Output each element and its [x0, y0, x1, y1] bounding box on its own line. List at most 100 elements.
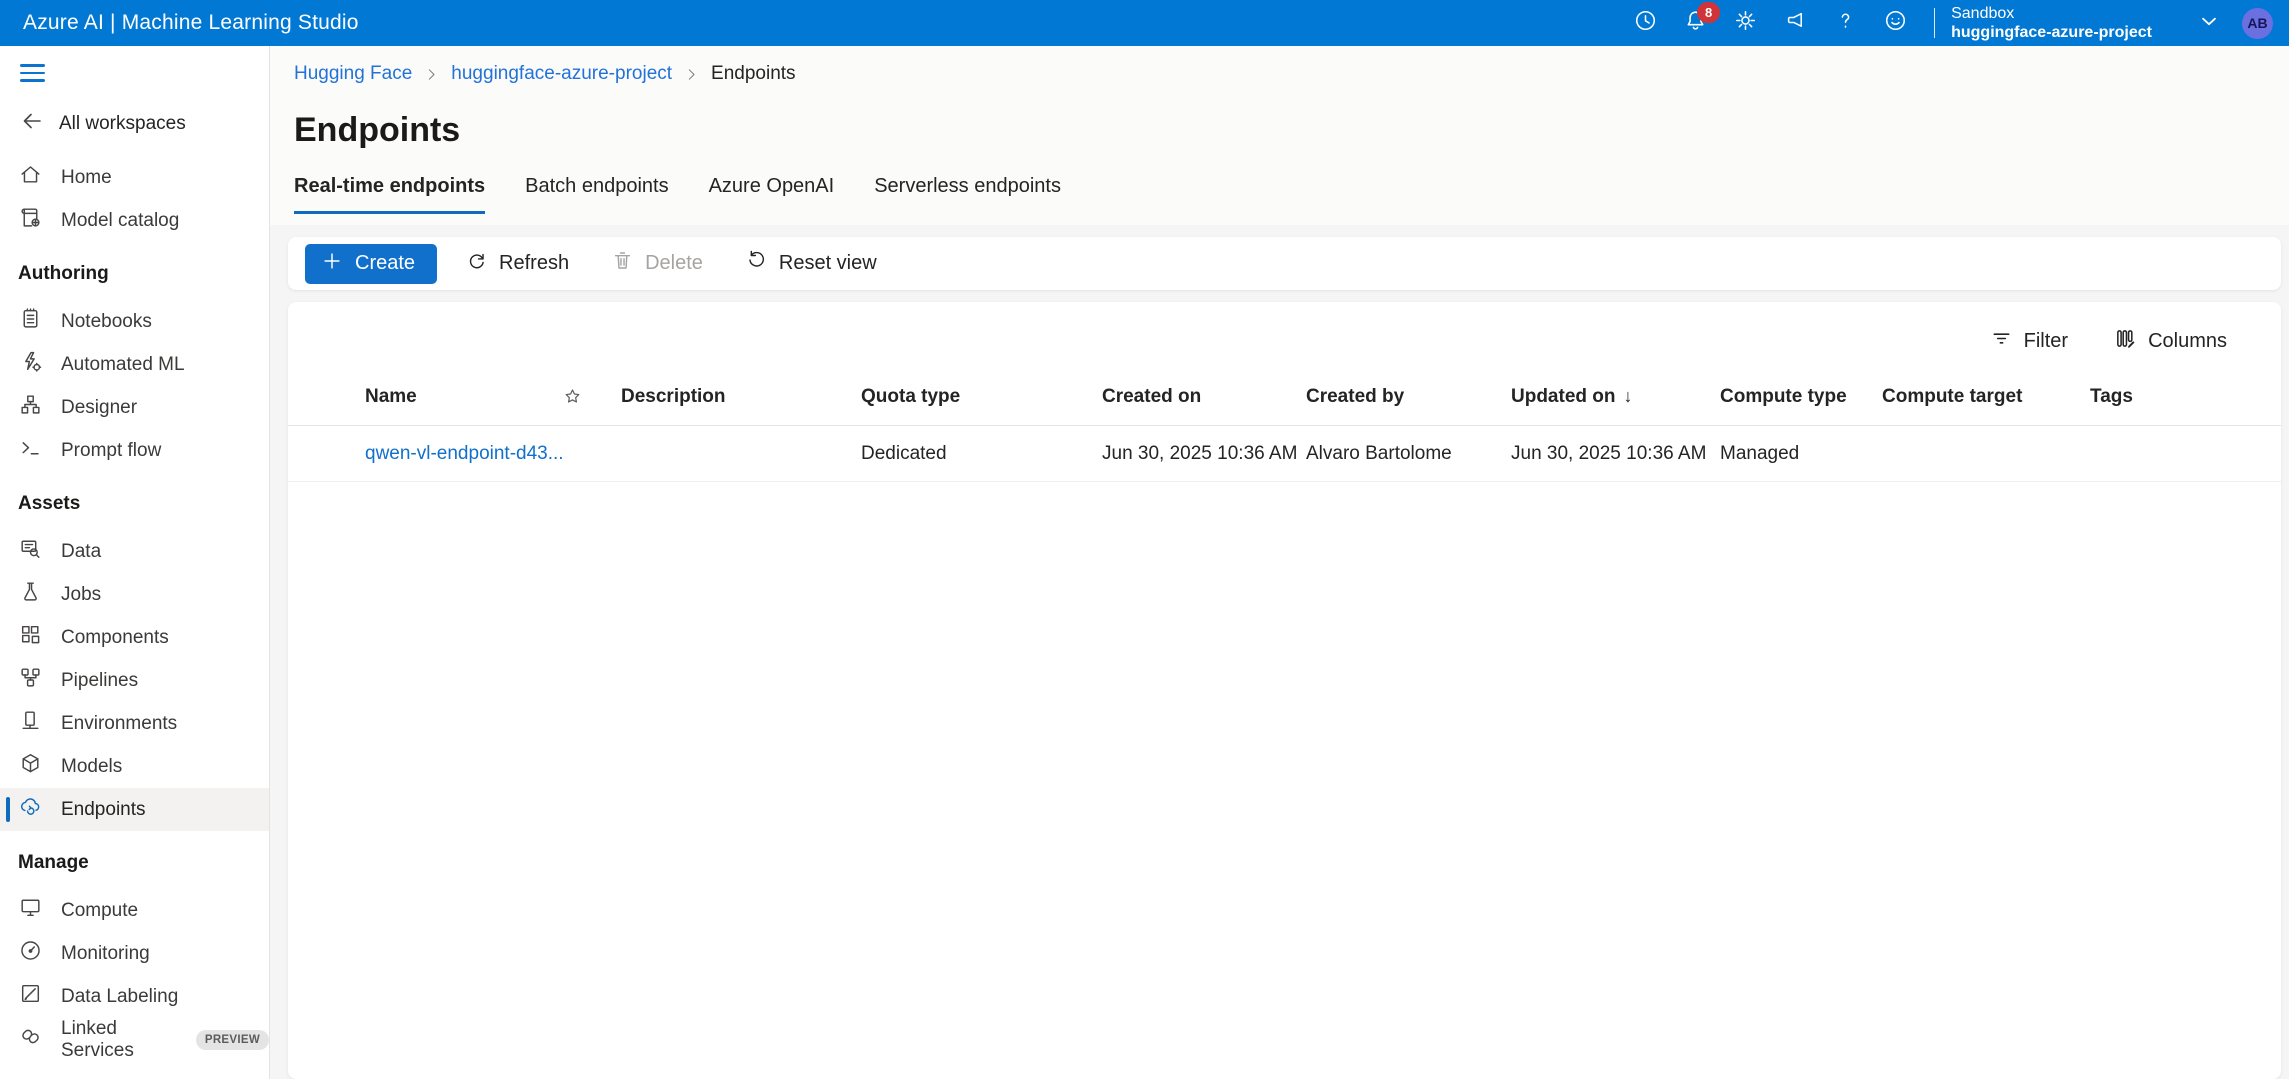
column-header-quota-type[interactable]: Quota type [861, 386, 1102, 408]
menu-toggle-button[interactable] [20, 60, 50, 86]
tab-serverless-endpoints[interactable]: Serverless endpoints [874, 175, 1061, 214]
endpoint-name-link[interactable]: qwen-vl-endpoint-d43... [365, 443, 576, 465]
tab-azure-openai[interactable]: Azure OpenAI [709, 175, 835, 214]
column-header-created-on[interactable]: Created on [1102, 386, 1306, 408]
star-icon [576, 386, 583, 407]
help-button[interactable] [1830, 8, 1860, 38]
all-workspaces-link[interactable]: All workspaces [0, 106, 269, 142]
tab-bar: Real-time endpoints Batch endpoints Azur… [294, 175, 2289, 214]
topbar-actions: 8 Sandbox huggingface-azure-project AB [1610, 0, 2273, 46]
filter-button[interactable]: Filter [1990, 327, 2068, 356]
sidebar-item-pipelines[interactable]: Pipelines [0, 659, 269, 702]
question-icon [1833, 8, 1858, 38]
endpoints-cloud-icon [18, 794, 43, 825]
sidebar-item-monitoring[interactable]: Monitoring [0, 932, 269, 975]
column-header-favorite[interactable] [576, 386, 621, 407]
app-title: Azure AI | Machine Learning Studio [23, 11, 359, 35]
notifications-button[interactable]: 8 [1680, 8, 1710, 38]
tab-real-time-endpoints[interactable]: Real-time endpoints [294, 175, 485, 214]
sidebar-item-prompt-flow[interactable]: Prompt flow [0, 429, 269, 472]
column-header-tags[interactable]: Tags [2090, 386, 2281, 408]
chevron-down-icon [2198, 19, 2220, 36]
avatar[interactable]: AB [2242, 8, 2273, 39]
arrow-left-icon [20, 109, 44, 139]
refresh-button[interactable]: Refresh [451, 244, 583, 284]
notification-badge: 8 [1697, 2, 1720, 23]
created-on-cell: Jun 30, 2025 10:36 AM [1102, 443, 1306, 465]
preview-badge: PREVIEW [196, 1030, 269, 1050]
table-header-row: Name Description Quota type Created on C… [288, 368, 2281, 426]
table-row[interactable]: qwen-vl-endpoint-d43... Dedicated Jun 30… [288, 426, 2281, 482]
sidebar-item-home[interactable]: Home [0, 156, 269, 199]
sidebar-item-linked-services[interactable]: Linked Services PREVIEW [0, 1018, 269, 1061]
model-catalog-icon [18, 205, 43, 236]
breadcrumb: Hugging Face huggingface-azure-project E… [294, 60, 2289, 88]
feedback-button[interactable] [1880, 8, 1910, 38]
trash-icon [611, 249, 634, 278]
all-workspaces-label: All workspaces [59, 113, 186, 135]
delete-button[interactable]: Delete [597, 244, 717, 284]
command-bar: Create Refresh Delete Reset view [288, 237, 2281, 290]
column-header-created-by[interactable]: Created by [1306, 386, 1511, 408]
announcements-button[interactable] [1780, 8, 1810, 38]
refresh-icon [465, 249, 488, 278]
page-header: Hugging Face huggingface-azure-project E… [270, 46, 2289, 225]
notebook-icon [18, 306, 43, 337]
history-button[interactable] [1630, 8, 1660, 38]
columns-icon [2114, 327, 2137, 356]
sidebar-item-endpoints[interactable]: Endpoints [0, 788, 269, 831]
settings-button[interactable] [1730, 8, 1760, 38]
hamburger-icon [20, 64, 45, 67]
sidebar-item-data[interactable]: Data [0, 530, 269, 573]
designer-icon [18, 392, 43, 423]
main-area: Hugging Face huggingface-azure-project E… [270, 46, 2289, 1079]
column-header-name[interactable]: Name [365, 386, 576, 408]
environments-icon [18, 708, 43, 739]
data-icon [18, 536, 43, 567]
sidebar-section-assets: Assets [0, 486, 269, 522]
breadcrumb-current: Endpoints [711, 63, 796, 85]
topbar-divider [1934, 8, 1935, 38]
quota-type-cell: Dedicated [861, 443, 1102, 465]
sidebar-item-automated-ml[interactable]: Automated ML [0, 343, 269, 386]
gauge-icon [18, 938, 43, 969]
column-header-compute-target[interactable]: Compute target [1882, 386, 2090, 408]
sidebar-item-model-catalog[interactable]: Model catalog [0, 199, 269, 242]
breadcrumb-project-link[interactable]: huggingface-azure-project [451, 63, 672, 85]
columns-button[interactable]: Columns [2114, 327, 2227, 356]
pencil-box-icon [18, 981, 43, 1012]
sidebar-item-components[interactable]: Components [0, 616, 269, 659]
chevron-right-icon [424, 67, 439, 82]
reset-view-button[interactable]: Reset view [731, 244, 891, 284]
column-header-updated-on[interactable]: Updated on ↓ [1511, 386, 1720, 408]
sidebar-item-notebooks[interactable]: Notebooks [0, 300, 269, 343]
reset-icon [745, 249, 768, 278]
sidebar-item-designer[interactable]: Designer [0, 386, 269, 429]
sidebar-item-compute[interactable]: Compute [0, 889, 269, 932]
endpoints-table-card: Filter Columns Name Description Quota ty… [288, 302, 2281, 1079]
sidebar-item-data-labeling[interactable]: Data Labeling [0, 975, 269, 1018]
sort-descending-icon: ↓ [1624, 386, 1633, 407]
sidebar-section-authoring: Authoring [0, 256, 269, 292]
sidebar-item-jobs[interactable]: Jobs [0, 573, 269, 616]
column-header-compute-type[interactable]: Compute type [1720, 386, 1882, 408]
automated-ml-icon [18, 349, 43, 380]
sidebar-item-environments[interactable]: Environments [0, 702, 269, 745]
page-title: Endpoints [294, 111, 2289, 150]
column-header-description[interactable]: Description [621, 386, 861, 408]
workspace-dropdown-button[interactable] [2198, 10, 2220, 37]
sidebar-item-models[interactable]: Models [0, 745, 269, 788]
components-icon [18, 622, 43, 653]
create-button[interactable]: Create [305, 244, 437, 284]
link-icon [18, 1024, 43, 1055]
cube-icon [18, 751, 43, 782]
tab-batch-endpoints[interactable]: Batch endpoints [525, 175, 668, 214]
breadcrumb-hub-link[interactable]: Hugging Face [294, 63, 412, 85]
workspace-switcher[interactable]: Sandbox huggingface-azure-project [1951, 4, 2152, 42]
table-actions: Filter Columns [288, 302, 2281, 358]
gear-icon [1733, 8, 1758, 38]
prompt-flow-icon [18, 435, 43, 466]
page-layout: All workspaces Home Model catalog Author… [0, 46, 2289, 1079]
plus-icon [321, 250, 343, 278]
updated-on-cell: Jun 30, 2025 10:36 AM [1511, 443, 1720, 465]
